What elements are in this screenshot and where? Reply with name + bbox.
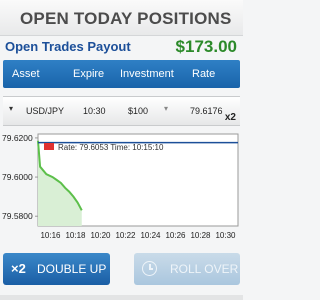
table-header: Asset Expire Investment Rate [3,60,240,88]
x-tick-label: 10:22 [115,231,136,240]
payout-value: $173.00 [175,37,237,56]
x-tick-label: 10:26 [165,231,186,240]
cell-rate: 79.6176 [190,106,223,116]
cell-expire: 10:30 [83,106,106,116]
payout-row: Open Trades Payout $173.00 [0,36,243,60]
x-tick-label: 10:18 [65,231,86,240]
roll-over-button[interactable]: ROLL OVER [134,253,240,285]
header-investment: Investment [120,68,174,80]
y-tick-label: 79.6200 [2,133,33,143]
y-tick-label: 79.5800 [2,211,33,221]
chevron-down-icon[interactable]: ▾ [164,104,168,113]
x-tick-label: 10:28 [190,231,211,240]
trade-row[interactable]: ▾ USD/JPY 10:30 $100 ▾ 79.6176 x2 [3,96,240,126]
x-tick-label: 10:16 [40,231,61,240]
trade-direction-icon: ▾ [9,104,14,113]
page-title: OPEN TODAY POSITIONS [20,9,232,28]
title-bar: OPEN TODAY POSITIONS [0,0,243,36]
rate-chart-svg: 79.6200 79.6000 79.5800 10:16 10:18 10:20 10:2… [2,133,239,240]
double-multiplier-label: ×2 [11,261,26,276]
x-tick-label: 10:24 [140,231,161,240]
x-tick-label: 10:30 [215,231,236,240]
payout-label: Open Trades Payout [5,39,131,54]
header-expire: Expire [73,68,105,80]
double-up-label: DOUBLE UP [37,262,107,276]
tooltip-text: Rate: 79.6053 Time: 10:15:10 [58,143,164,152]
tooltip-marker [44,143,54,150]
x-tick-label: 10:20 [90,231,111,240]
bottom-divider [0,295,243,300]
clock-icon [142,261,157,276]
cell-investment: $100 [128,106,149,116]
y-tick-label: 79.6000 [2,172,33,182]
rate-chart: 79.6200 79.6000 79.5800 10:16 10:18 10:20 10:2… [0,130,243,245]
cell-asset: USD/JPY [26,106,65,116]
double-up-button[interactable]: ×2 DOUBLE UP [3,253,110,285]
roll-over-label: ROLL OVER [170,262,239,276]
header-rate: Rate [192,68,216,80]
multiplier-badge: x2 [224,112,236,123]
header-asset: Asset [12,68,40,80]
